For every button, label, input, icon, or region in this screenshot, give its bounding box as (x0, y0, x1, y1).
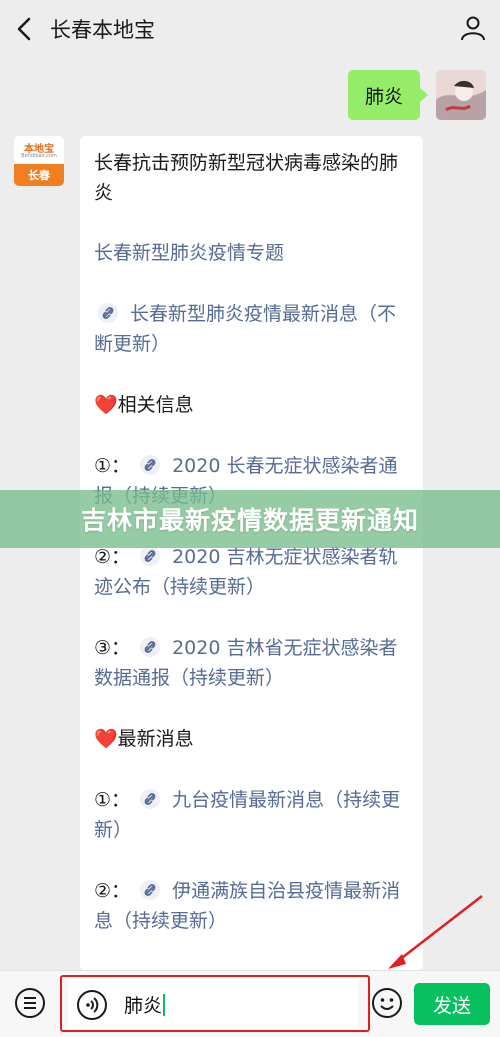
link-chain-icon (140, 637, 161, 657)
chevron-left-icon[interactable] (12, 16, 38, 42)
latest-news-heading: ❤️最新消息 (94, 728, 194, 750)
related-item[interactable]: ②： 2020 吉林无症状感染者轨迹公布（持续更新） (94, 542, 409, 602)
chat-title: 长春本地宝 (50, 18, 155, 42)
send-button[interactable]: 发送 (414, 983, 490, 1025)
news-item-number: ②： (94, 880, 131, 902)
news-item[interactable]: ②： 伊通满族自治县疫情最新消息（持续更新） (94, 876, 409, 936)
topic-link-text[interactable]: 长春新型肺炎疫情专题 (94, 242, 284, 264)
topic-link[interactable]: 长春新型肺炎疫情专题 (94, 238, 409, 268)
related-item-number: ①： (94, 455, 131, 477)
bot-heading: 长春抗击预防新型冠状病毒感染的肺炎 (94, 152, 399, 204)
related-item-number: ③： (94, 637, 131, 659)
link-chain-icon (140, 789, 161, 809)
user-message-text: 肺炎 (364, 85, 403, 108)
related-info-heading: ❤️相关信息 (94, 394, 194, 416)
link-chain-icon (140, 880, 161, 900)
bot-avatar[interactable]: 本地宝 Bendibao.com 长春 (14, 136, 64, 186)
overlay-banner-text: 吉林市最新疫情数据更新通知 (80, 506, 419, 535)
latest-news-link-text[interactable]: 长春新型肺炎疫情最新消息（不断更新） (94, 303, 396, 355)
link-chain-icon (98, 303, 118, 323)
link-chain-icon (140, 546, 161, 566)
input-highlight-box (60, 975, 370, 1032)
bot-message-bubble: 长春抗击预防新型冠状病毒感染的肺炎 长春新型肺炎疫情专题 长春新型肺炎疫情最新消… (80, 136, 423, 970)
person-icon[interactable] (460, 15, 486, 41)
link-chain-icon (140, 455, 161, 475)
user-message-bubble[interactable]: 肺炎 (348, 70, 428, 120)
related-item-number: ②： (94, 546, 131, 568)
annotation-arrow-icon (388, 895, 483, 969)
bot-logo-domain: Bendibao.com (21, 153, 57, 159)
overlay-banner: 吉林市最新疫情数据更新通知 (0, 490, 500, 548)
related-item[interactable]: ③： 2020 吉林省无症状感染者数据通报（持续更新） (94, 633, 409, 693)
top-bar: 长春本地宝 (0, 0, 500, 58)
avatar-illustration-icon (436, 70, 486, 120)
menu-list-icon[interactable] (14, 987, 46, 1019)
news-item[interactable]: ①： 九台疫情最新消息（持续更新） (94, 785, 409, 845)
bot-logo-city: 长春 (14, 164, 64, 186)
news-item-number: ①： (94, 789, 131, 811)
user-avatar[interactable] (436, 70, 486, 120)
latest-news-link[interactable]: 长春新型肺炎疫情最新消息（不断更新） (94, 299, 409, 359)
emoji-icon[interactable] (371, 987, 403, 1019)
